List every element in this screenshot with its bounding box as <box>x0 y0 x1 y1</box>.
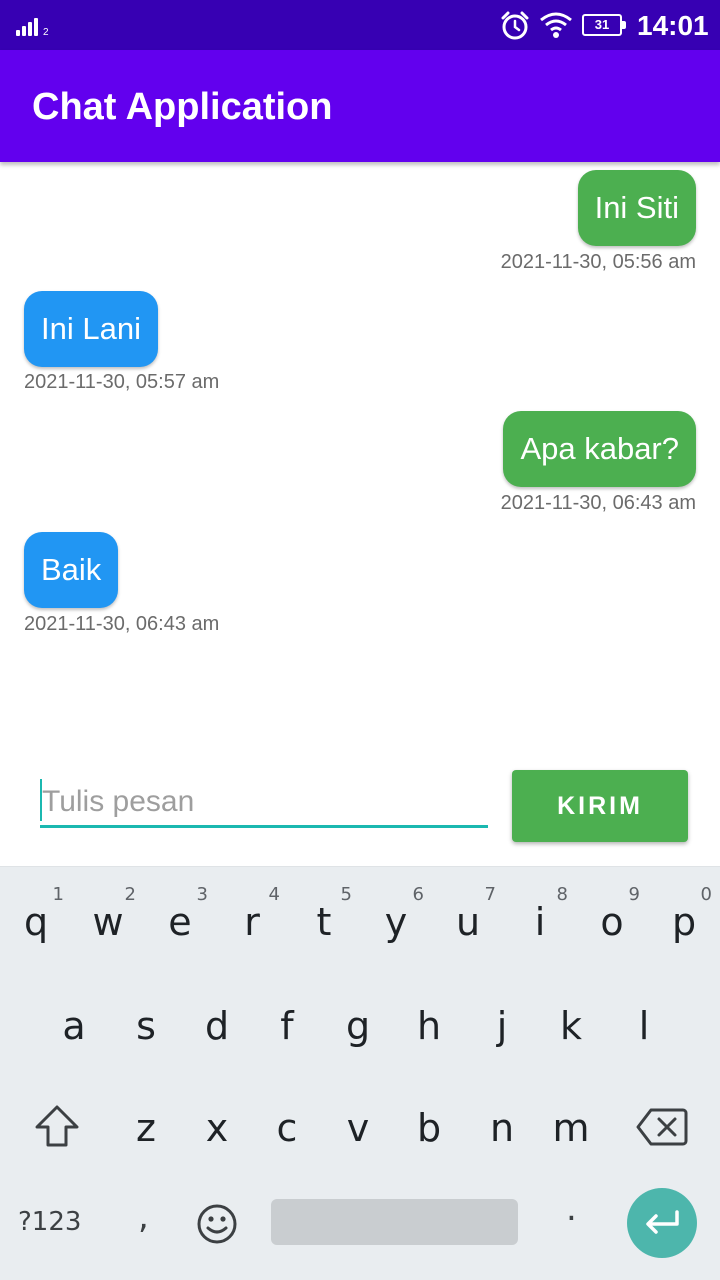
key-label: r <box>244 900 260 944</box>
key-label: h <box>416 1004 442 1048</box>
enter-icon <box>646 1210 679 1234</box>
sim-label: 2 <box>43 27 49 38</box>
text-cursor <box>40 779 42 821</box>
message-bubble-incoming[interactable]: Ini Lani <box>24 291 158 367</box>
message-input[interactable] <box>40 778 488 828</box>
key-e[interactable]: 3e <box>144 867 216 967</box>
key-label: a <box>62 1004 86 1048</box>
key-k[interactable]: k <box>535 971 607 1071</box>
key-label: q <box>23 900 49 944</box>
app-bar: Chat Application <box>0 50 720 162</box>
key-d[interactable]: d <box>181 971 253 1071</box>
key-label: k <box>559 1004 582 1048</box>
message-timestamp: 2021-11-30, 06:43 am <box>500 492 696 514</box>
key-label: j <box>496 1004 508 1048</box>
key-o[interactable]: 9o <box>576 867 648 967</box>
enter-key[interactable] <box>627 1188 697 1258</box>
key-a[interactable]: a <box>38 971 110 1071</box>
key-label: v <box>346 1106 370 1150</box>
message-bubble-outgoing[interactable]: Ini Siti <box>577 170 696 246</box>
key-label: m <box>552 1106 590 1150</box>
key-c[interactable]: c <box>251 1073 323 1173</box>
key-n[interactable]: n <box>466 1073 538 1173</box>
alarm-icon <box>501 11 529 40</box>
key-v[interactable]: v <box>322 1073 394 1173</box>
key-w[interactable]: 2w <box>72 867 144 967</box>
key-label: x <box>205 1106 229 1150</box>
space-key[interactable] <box>271 1199 518 1245</box>
battery-icon: 31 <box>582 14 626 36</box>
key-label: t <box>316 900 332 944</box>
key-label: n <box>489 1106 515 1150</box>
message-bubble-outgoing[interactable]: Apa kabar? <box>503 411 696 487</box>
key-label: l <box>638 1004 650 1048</box>
status-time: 14:01 <box>637 10 709 41</box>
soft-keyboard: 1q 2w 3e 4r 5t 6y 7u 8i 9o 0p a s d f g … <box>0 866 720 1280</box>
key-label: s <box>136 1004 156 1048</box>
key-period[interactable]: . <box>566 1189 577 1229</box>
key-m[interactable]: m <box>535 1073 607 1173</box>
key-g[interactable]: g <box>322 971 394 1071</box>
key-h[interactable]: h <box>393 971 465 1071</box>
key-s[interactable]: s <box>110 971 182 1071</box>
battery-level: 31 <box>594 17 610 32</box>
key-label: u <box>455 900 481 944</box>
key-comma[interactable]: , <box>138 1197 149 1237</box>
key-label: e <box>168 900 192 944</box>
send-button[interactable]: KIRIM <box>512 770 688 842</box>
key-z[interactable]: z <box>110 1073 182 1173</box>
wifi-icon <box>540 12 572 38</box>
message-bubble-incoming[interactable]: Baik <box>24 532 119 608</box>
key-label: z <box>136 1106 156 1150</box>
key-q[interactable]: 1q <box>0 867 72 967</box>
key-label: f <box>280 1004 294 1048</box>
key-label: y <box>384 900 408 944</box>
key-l[interactable]: l <box>608 971 680 1071</box>
symbols-key[interactable]: ?123 <box>18 1207 81 1237</box>
emoji-icon[interactable] <box>196 1203 238 1245</box>
key-f[interactable]: f <box>251 971 323 1071</box>
key-label: b <box>416 1106 442 1150</box>
status-bar: 2 31 14:01 <box>0 0 720 50</box>
key-label: g <box>345 1004 371 1048</box>
shift-icon[interactable] <box>34 1104 80 1148</box>
key-label: p <box>671 900 697 944</box>
key-u[interactable]: 7u <box>432 867 504 967</box>
message-timestamp: 2021-11-30, 05:56 am <box>500 251 696 273</box>
key-i[interactable]: 8i <box>504 867 576 967</box>
message-timestamp: 2021-11-30, 06:43 am <box>24 613 220 635</box>
key-label: c <box>276 1106 298 1150</box>
key-label: d <box>204 1004 230 1048</box>
backspace-icon[interactable] <box>636 1107 688 1147</box>
key-b[interactable]: b <box>393 1073 465 1173</box>
key-x[interactable]: x <box>181 1073 253 1173</box>
app-title: Chat Application <box>32 86 333 128</box>
key-j[interactable]: j <box>466 971 538 1071</box>
key-p[interactable]: 0p <box>648 867 720 967</box>
key-t[interactable]: 5t <box>288 867 360 967</box>
message-timestamp: 2021-11-30, 05:57 am <box>24 371 220 393</box>
key-label: w <box>92 900 124 944</box>
key-y[interactable]: 6y <box>360 867 432 967</box>
key-r[interactable]: 4r <box>216 867 288 967</box>
key-label: i <box>534 900 546 944</box>
key-label: o <box>600 900 624 944</box>
signal-icon: 2 <box>16 16 50 38</box>
